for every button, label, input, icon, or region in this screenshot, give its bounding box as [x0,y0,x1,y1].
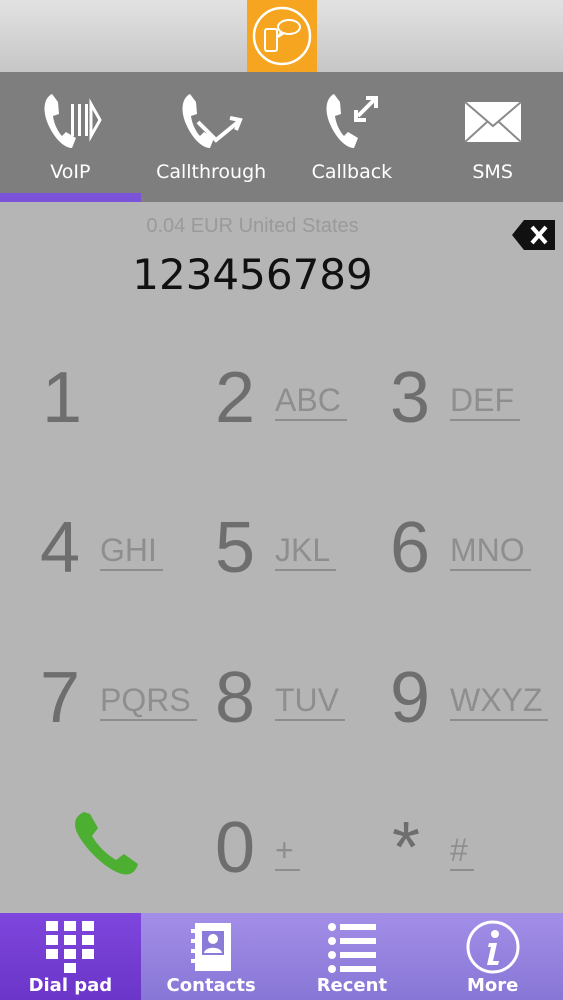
mode-voip[interactable]: VoIP [0,72,141,202]
key-4-digit: 4 [40,508,81,588]
mode-sms-label: SMS [472,161,513,183]
info-icon [466,920,520,974]
key-star-digit: * [392,808,421,888]
key-2-letters: ABC [275,381,347,421]
key-9[interactable]: 9 WXYZ [390,658,550,768]
backspace-icon [512,220,555,250]
mode-sms[interactable]: SMS [422,72,563,202]
tab-dial-pad-label: Dial pad [28,975,113,996]
bottom-tab-bar: Dial pad Contacts Recent More [0,913,563,1000]
list-icon [327,923,376,973]
key-5-letters: JKL [275,531,337,571]
key-8-digit: 8 [215,658,256,738]
tab-contacts[interactable]: Contacts [141,913,282,1000]
key-0-digit: 0 [215,808,256,888]
call-rate: 0.04 EUR United States [146,215,359,237]
mode-callthrough[interactable]: Callthrough [141,72,282,202]
key-3-digit: 3 [390,358,431,438]
key-1[interactable]: 1 [42,358,182,468]
dialed-number[interactable]: 123456789 [0,250,505,299]
key-8-letters: TUV [275,681,345,721]
callback-phone-icon [326,94,378,148]
mode-callback[interactable]: Callback [282,72,423,202]
key-3-letters: DEF [450,381,520,421]
tab-recent-label: Recent [316,975,388,996]
mode-callthrough-label: Callthrough [156,161,267,183]
call-button[interactable] [70,808,150,880]
key-4[interactable]: 4 GHI [40,508,180,618]
key-3[interactable]: 3 DEF [390,358,530,468]
key-star-letters: # [450,831,474,871]
envelope-icon [463,101,522,143]
key-5-digit: 5 [215,508,256,588]
mode-voip-label: VoIP [50,161,91,183]
tab-more[interactable]: More [422,913,563,1000]
tab-recent[interactable]: Recent [282,913,423,1000]
key-2[interactable]: 2 ABC [215,358,355,468]
key-7-letters: PQRS [100,681,197,721]
contacts-book-icon [191,923,232,971]
key-9-digit: 9 [390,658,431,738]
callthrough-phone-icon [182,94,243,148]
key-0-letters: + [275,831,300,871]
app-logo-icon [252,6,312,66]
app-logo [247,0,317,72]
mode-callback-label: Callback [311,161,393,183]
key-7-digit: 7 [40,658,81,738]
voip-phone-icon [44,94,103,148]
key-0[interactable]: 0 + [215,808,355,918]
call-mode-bar: VoIP Callthrough Callback SMS [0,72,563,202]
key-5[interactable]: 5 JKL [215,508,355,618]
key-7[interactable]: 7 PQRS [40,658,197,768]
key-6-letters: MNO [450,531,531,571]
dialpad-icon [46,921,95,973]
key-6[interactable]: 6 MNO [390,508,540,618]
phone-call-icon [75,812,138,875]
key-6-digit: 6 [390,508,431,588]
tab-more-label: More [466,975,519,996]
top-bar [0,0,563,72]
tab-contacts-label: Contacts [166,975,256,996]
key-4-letters: GHI [100,531,163,571]
key-2-digit: 2 [215,358,256,438]
key-8[interactable]: 8 TUV [215,658,355,768]
backspace-button[interactable] [510,217,558,253]
key-star[interactable]: * # [390,808,530,918]
tab-dial-pad[interactable]: Dial pad [0,913,141,1000]
key-1-digit: 1 [42,358,83,438]
key-9-letters: WXYZ [450,681,549,721]
